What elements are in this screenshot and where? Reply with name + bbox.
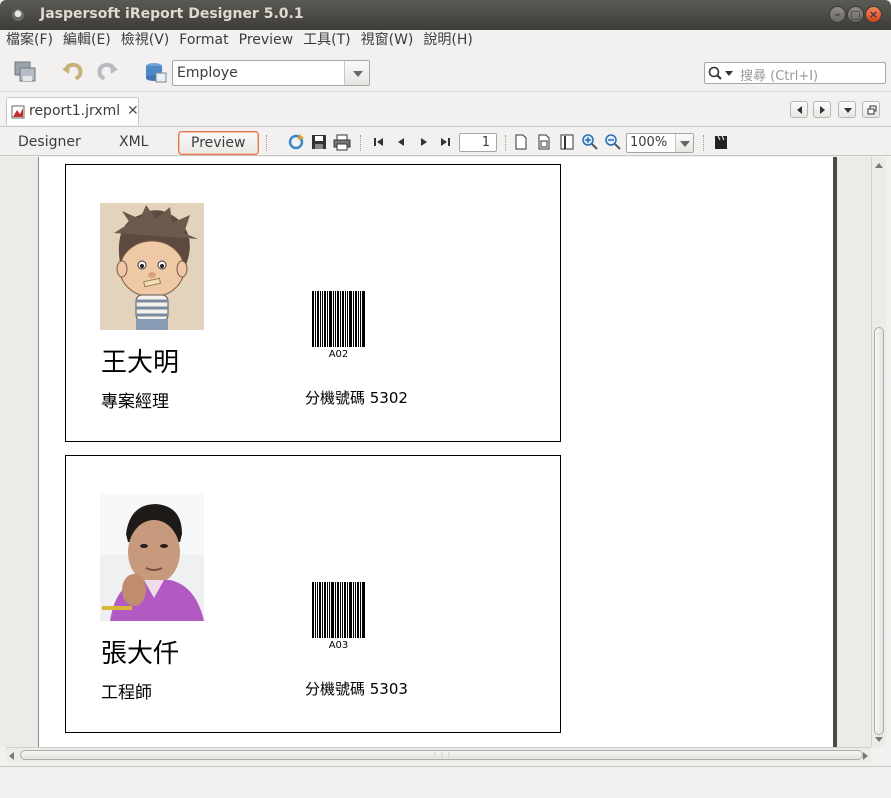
tab-report1[interactable]: report1.jrxml ✕	[6, 97, 139, 125]
employee-title: 工程師	[101, 683, 152, 703]
scroll-tabs-right-button[interactable]	[813, 101, 831, 118]
menu-tools[interactable]: 工具(T)	[297, 30, 354, 50]
zoom-out-icon[interactable]	[604, 133, 622, 151]
menu-help[interactable]: 說明(H)	[417, 30, 476, 50]
next-page-icon[interactable]	[415, 133, 433, 151]
report-file-icon	[11, 105, 25, 119]
scroll-tabs-left-button[interactable]	[790, 101, 808, 118]
report-preview-area[interactable]: A02 王大明 專案經理 分機號碼 5302 A03 張大仟 工程師 分機號碼 …	[0, 157, 871, 747]
employee-extension: 分機號碼 5302	[305, 389, 408, 407]
menu-view[interactable]: 檢視(V)	[115, 30, 174, 50]
save-icon[interactable]	[310, 133, 328, 151]
restore-window-button[interactable]	[862, 101, 880, 118]
chevron-down-icon[interactable]	[344, 61, 369, 85]
menu-bar: 檔案(F) 編輯(E) 檢視(V) Format Preview 工具(T) 視窗(W) 說明…	[0, 30, 891, 50]
status-bar	[0, 766, 891, 798]
vertical-scrollbar[interactable]	[871, 157, 886, 747]
arrow-left-icon	[797, 106, 802, 114]
first-page-icon[interactable]	[370, 133, 388, 151]
employee-extension: 分機號碼 5303	[305, 680, 408, 698]
menu-window[interactable]: 視窗(W)	[355, 30, 418, 50]
tab-preview[interactable]: Preview	[178, 131, 259, 155]
print-icon[interactable]	[333, 133, 351, 151]
maximize-button[interactable]: □	[847, 6, 864, 23]
employee-photo	[100, 203, 204, 330]
employee-card: A02 王大明 專案經理 分機號碼 5302	[65, 164, 561, 442]
actual-size-icon[interactable]	[512, 133, 530, 151]
fit-page-icon[interactable]	[535, 133, 553, 151]
window-title: Jaspersoft iReport Designer 5.0.1	[40, 6, 304, 22]
datasource-select[interactable]: Employe	[172, 60, 370, 86]
arrow-right-icon	[820, 106, 825, 114]
scroll-left-icon[interactable]	[9, 752, 14, 760]
clapperboard-icon[interactable]	[712, 133, 730, 151]
employee-photo	[100, 494, 204, 621]
datasource-icon[interactable]	[142, 59, 168, 85]
minimize-button[interactable]: –	[829, 6, 846, 23]
save-all-icon[interactable]	[12, 59, 38, 85]
page-shadow	[833, 157, 837, 747]
view-toolbar: Designer XML Preview 1 100%	[0, 126, 891, 156]
separator	[703, 135, 705, 151]
menu-preview[interactable]: Preview	[233, 30, 298, 50]
zoom-value: 100%	[630, 135, 668, 150]
undo-icon[interactable]	[60, 59, 86, 85]
chevron-down-icon	[844, 108, 852, 113]
maximize-icon: □	[850, 8, 861, 21]
refresh-icon[interactable]	[287, 133, 305, 151]
editor-tab-bar: report1.jrxml ✕	[0, 94, 891, 126]
scroll-right-icon[interactable]	[863, 752, 868, 760]
barcode-label: A03	[328, 640, 349, 651]
separator	[360, 135, 362, 151]
tab-list-button[interactable]	[838, 101, 856, 118]
barcode-label: A02	[328, 349, 349, 360]
zoom-in-icon[interactable]	[581, 133, 599, 151]
restore-icon	[867, 105, 877, 115]
search-icon	[708, 66, 733, 80]
close-window-button[interactable]: ×	[865, 6, 882, 23]
zoom-select[interactable]: 100%	[626, 133, 694, 153]
employee-name: 王大明	[101, 348, 180, 378]
employee-title: 專案經理	[101, 392, 169, 412]
search-placeholder: 搜尋 (Ctrl+I)	[740, 69, 819, 84]
tab-label: report1.jrxml	[29, 103, 121, 119]
menu-file[interactable]: 檔案(F)	[0, 30, 57, 50]
main-toolbar: Employe 搜尋 (Ctrl+I)	[0, 52, 891, 92]
vertical-scroll-thumb[interactable]	[874, 327, 884, 735]
last-page-icon[interactable]	[437, 133, 455, 151]
page-number-input[interactable]: 1	[459, 133, 497, 152]
employee-name: 張大仟	[101, 639, 180, 669]
separator	[505, 135, 507, 151]
chevron-down-icon[interactable]	[675, 134, 693, 152]
tab-designer[interactable]: Designer	[18, 131, 81, 155]
search-input[interactable]: 搜尋 (Ctrl+I)	[704, 62, 886, 84]
scroll-up-icon[interactable]	[875, 163, 883, 168]
menu-format[interactable]: Format	[173, 30, 232, 50]
separator	[266, 135, 268, 151]
close-icon: ×	[868, 8, 879, 21]
employee-card: A03 張大仟 工程師 分機號碼 5303	[65, 455, 561, 733]
close-tab-icon[interactable]: ✕	[127, 103, 139, 119]
previous-page-icon[interactable]	[393, 133, 411, 151]
title-bar: Jaspersoft iReport Designer 5.0.1 – □ ×	[0, 0, 891, 30]
app-icon	[12, 9, 24, 21]
scroll-down-icon[interactable]	[875, 737, 883, 742]
tab-xml[interactable]: XML	[119, 131, 148, 155]
grip-icon: ⋮⋮⋮	[432, 751, 453, 758]
fit-width-icon[interactable]	[558, 133, 576, 151]
minimize-icon: –	[834, 8, 841, 21]
menu-edit[interactable]: 編輯(E)	[57, 30, 115, 50]
report-page: A02 王大明 專案經理 分機號碼 5302 A03 張大仟 工程師 分機號碼 …	[38, 157, 833, 747]
horizontal-scrollbar[interactable]: ⋮⋮⋮	[6, 747, 871, 762]
datasource-value: Employe	[177, 65, 238, 81]
redo-icon[interactable]	[94, 59, 120, 85]
